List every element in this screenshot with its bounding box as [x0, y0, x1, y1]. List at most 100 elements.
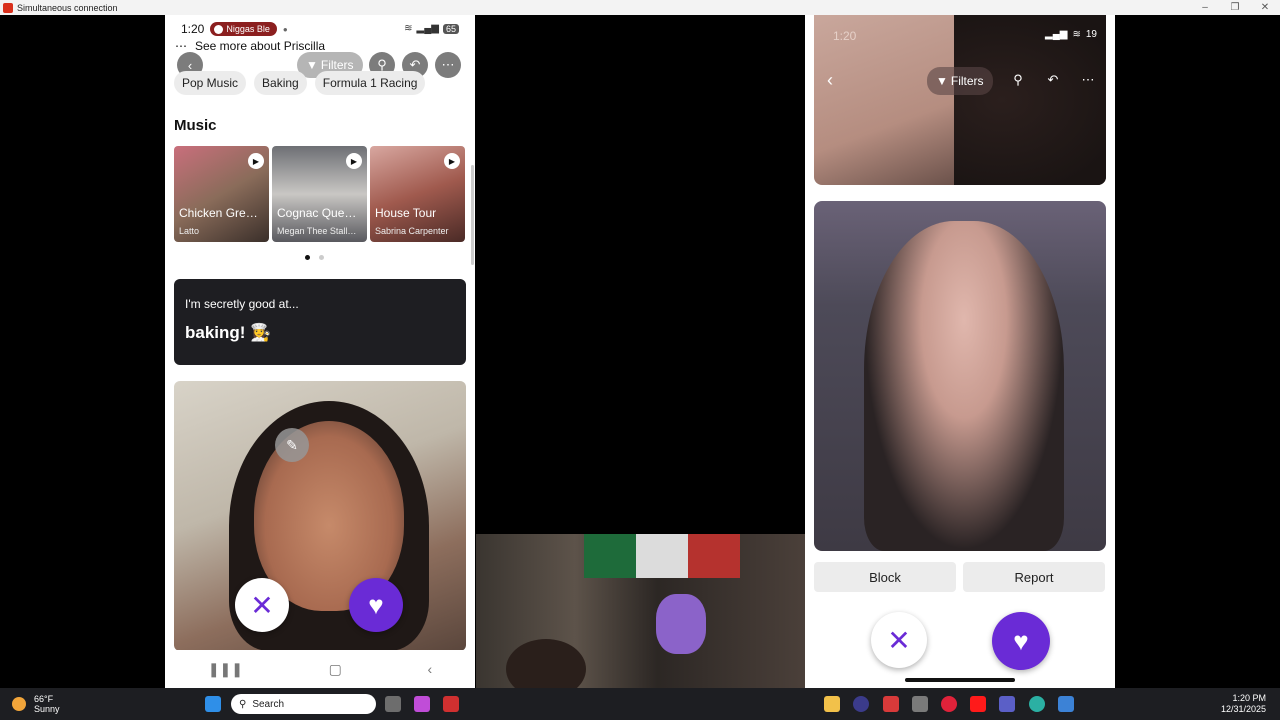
back-nav-icon[interactable]: ‹	[428, 661, 433, 677]
like-button[interactable]: ♥	[349, 578, 403, 632]
opera-icon[interactable]	[941, 696, 957, 712]
heart-icon: ♥	[1013, 625, 1029, 656]
track-card[interactable]: ▶ Chicken Gre… Latto	[174, 146, 269, 242]
profile-photo	[814, 15, 1106, 185]
track-card[interactable]: ▶ House Tour Sabrina Carpenter	[370, 146, 465, 242]
edge-icon[interactable]	[1029, 696, 1045, 712]
flag-decoration	[636, 534, 688, 578]
play-icon[interactable]: ▶	[248, 153, 264, 169]
close-button[interactable]: ✕	[1250, 0, 1280, 15]
profile-photo	[814, 201, 1106, 551]
report-button[interactable]: Report	[963, 562, 1105, 592]
block-button[interactable]: Block	[814, 562, 956, 592]
profile-photo	[174, 381, 466, 651]
close-icon: ✕	[887, 624, 911, 656]
plush-toy	[656, 594, 706, 654]
track-title: Chicken Gre…	[179, 206, 258, 220]
recorder-icon[interactable]	[883, 696, 899, 712]
status-time: 1:20	[181, 22, 205, 36]
minimize-button[interactable]: –	[1190, 0, 1220, 15]
teams-icon[interactable]	[999, 696, 1015, 712]
track-title: Cognac Que…	[277, 206, 357, 220]
profile-header: ⋯ See more about Priscilla	[175, 39, 325, 53]
signal-icon: ▂▄▆	[416, 23, 439, 34]
track-artist: Megan Thee Stall…	[277, 226, 357, 236]
interest-chips: Pop Music Baking Formula 1 Racing	[174, 71, 426, 95]
app-icon[interactable]	[443, 696, 459, 712]
wifi-icon: ≋	[404, 23, 413, 34]
location-button[interactable]: ⚲	[1005, 67, 1031, 93]
media-player-icon[interactable]	[853, 696, 869, 712]
music-carousel[interactable]: ▶ Chicken Gre… Latto ▶ Cognac Que… Megan…	[174, 146, 465, 242]
app-icon[interactable]	[912, 696, 928, 712]
track-card[interactable]: ▶ Cognac Que… Megan Thee Stall…	[272, 146, 367, 242]
youtube-icon[interactable]	[970, 696, 986, 712]
wifi-icon: ≋	[1072, 29, 1081, 40]
play-icon[interactable]: ▶	[346, 153, 362, 169]
notepad-icon[interactable]	[1058, 696, 1074, 712]
weather-temp: 66°F	[34, 694, 54, 704]
weather-widget[interactable]: 66°F Sunny	[12, 694, 60, 714]
prompt-card: I'm secretly good at... baking! 👩‍🍳	[174, 279, 466, 365]
window-titlebar: Simultaneous connection – ❐ ✕	[0, 0, 1280, 15]
home-indicator[interactable]	[905, 678, 1015, 682]
interest-chip: Baking	[254, 71, 307, 95]
restore-button[interactable]: ❐	[1220, 0, 1250, 15]
notification-pill[interactable]: Niggas Ble	[210, 22, 277, 36]
play-icon[interactable]: ▶	[444, 153, 460, 169]
taskbar-search[interactable]: ⚲ Search	[231, 694, 376, 714]
signal-icon: ▂▄▆	[1045, 29, 1068, 40]
filter-icon: ▼	[306, 58, 318, 72]
left-phone-screen: 1:20 Niggas Ble ● ≋ ▂▄▆ 65 ⋯ See more ab…	[165, 15, 475, 688]
see-more-title: See more about Priscilla	[195, 39, 326, 53]
webcam-overlay	[476, 534, 806, 688]
prompt-answer: baking! 👩‍🍳	[185, 323, 272, 342]
interest-chip: Formula 1 Racing	[314, 71, 426, 95]
battery-indicator: 65	[442, 23, 459, 34]
battery-indicator: 19	[1085, 29, 1097, 40]
pass-button[interactable]: ✕	[235, 578, 289, 632]
ellipsis-icon: ⋯	[1081, 72, 1095, 87]
window-title: Simultaneous connection	[17, 2, 118, 13]
status-icons: ≋ ▂▄▆ 65	[404, 23, 459, 34]
filter-icon: ▼	[936, 74, 948, 88]
weather-desc: Sunny	[34, 704, 60, 714]
windows-taskbar: 66°F Sunny ⚲ Search 1:20 PM 12/31/2025	[0, 688, 1280, 720]
copilot-icon[interactable]	[414, 696, 430, 712]
location-pin-icon: ⚲	[1013, 72, 1023, 87]
system-clock[interactable]: 1:20 PM 12/31/2025	[1221, 693, 1266, 715]
ellipsis-icon: ⋯	[441, 57, 455, 72]
recents-icon[interactable]: ❚❚❚	[208, 661, 243, 678]
more-options-button[interactable]: ⋯	[435, 52, 461, 78]
status-icons: ▂▄▆ ≋ 19	[1045, 29, 1097, 40]
task-view-icon[interactable]	[385, 696, 401, 712]
filters-button[interactable]: ▼ Filters	[927, 67, 993, 95]
more-dots-icon[interactable]: ⋯	[175, 39, 187, 53]
undo-button[interactable]: ↶	[1040, 67, 1066, 93]
like-button[interactable]: ♥	[992, 612, 1050, 670]
scrollbar[interactable]	[471, 165, 474, 265]
carousel-indicator	[305, 255, 324, 260]
pass-button[interactable]: ✕	[871, 612, 927, 668]
close-icon: ✕	[250, 589, 274, 621]
right-phone-screen: 1:20 ▂▄▆ ≋ 19 ‹ ▼ Filters ⚲ ↶ ⋯ Block Re…	[805, 15, 1115, 688]
flag-decoration	[688, 534, 740, 578]
track-artist: Sabrina Carpenter	[375, 226, 449, 236]
track-artist: Latto	[179, 226, 200, 236]
track-title: House Tour	[375, 206, 437, 220]
pencil-icon: ✎	[286, 436, 298, 453]
streamer-head	[506, 639, 586, 688]
music-heading: Music	[174, 117, 217, 134]
sun-icon	[12, 697, 26, 711]
prompt-question: I'm secretly good at...	[185, 297, 299, 311]
status-time: 1:20	[833, 29, 857, 43]
back-button[interactable]: ‹	[817, 67, 843, 93]
search-icon: ⚲	[239, 698, 247, 710]
flag-decoration	[584, 534, 636, 578]
file-explorer-icon[interactable]	[824, 696, 840, 712]
heart-icon: ♥	[368, 589, 384, 620]
home-icon[interactable]: ▢	[329, 661, 342, 678]
windows-start-icon[interactable]	[205, 696, 221, 712]
edit-pencil-button[interactable]: ✎	[275, 428, 309, 462]
more-options-button[interactable]: ⋯	[1075, 67, 1101, 93]
